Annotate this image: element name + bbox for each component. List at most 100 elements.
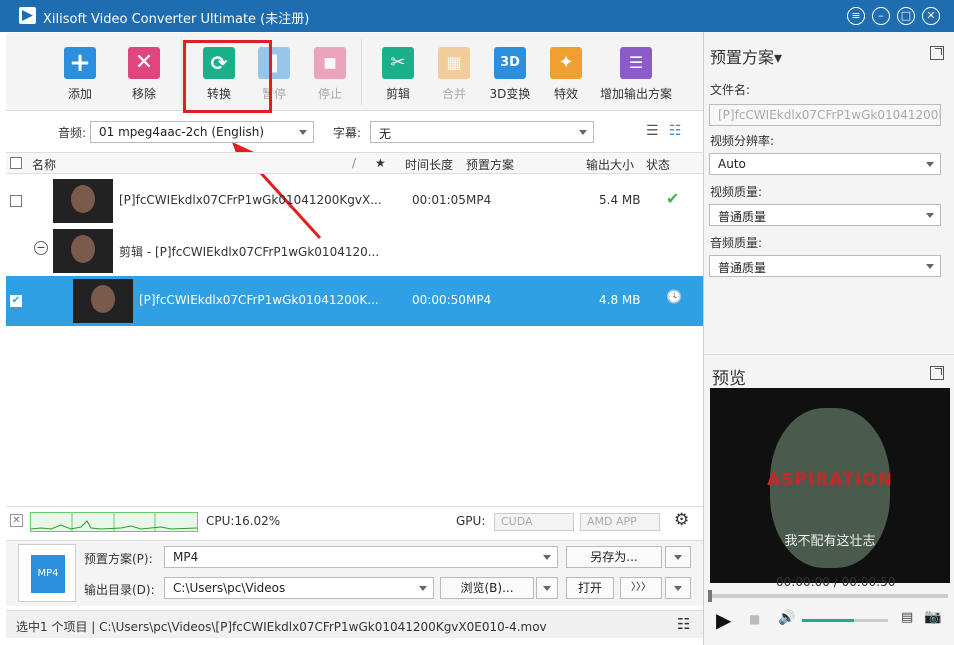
footer-status-text: 选中1 个项目 | C:\Users\pc\Videos\[P]fcCWIEkd… xyxy=(16,620,547,634)
footer-status-bar: 选中1 个项目 | C:\Users\pc\Videos\[P]fcCWIEkd… xyxy=(6,610,703,638)
effects-button[interactable]: ✦ 特效 xyxy=(534,47,598,102)
detail-view-icon[interactable]: ☷ xyxy=(669,123,682,139)
playback-time: 00:00:00 / 00:00:50 xyxy=(776,575,896,589)
gear-icon[interactable]: ⚙ xyxy=(674,510,689,530)
output-dir-label: 输出目录(D): xyxy=(84,583,155,597)
column-status[interactable]: 状态 xyxy=(646,156,670,173)
audio-quality-label: 音频质量: xyxy=(710,236,763,250)
chevron-down-icon xyxy=(543,555,551,560)
file-list-header: 名称 / ★ 时间长度 预置方案 输出大小 状态 xyxy=(6,152,703,174)
add-button[interactable]: + 添加 xyxy=(48,47,112,102)
row-checkbox[interactable] xyxy=(10,195,22,207)
clip-button[interactable]: ✂ 剪辑 xyxy=(366,47,430,102)
stop-icon: ■ xyxy=(314,47,346,79)
chevron-down-icon xyxy=(543,586,551,591)
seek-handle[interactable] xyxy=(708,590,712,602)
audio-quality-select[interactable]: 普通质量 xyxy=(709,255,941,277)
play-icon[interactable]: ▶ xyxy=(716,608,731,632)
collapse-icon[interactable]: − xyxy=(34,241,48,255)
preview-caption-main: ASPIRATION xyxy=(767,470,893,490)
video-quality-select[interactable]: 普通质量 xyxy=(709,204,941,226)
select-all-checkbox[interactable] xyxy=(10,157,22,169)
browse-dropdown[interactable] xyxy=(536,577,558,599)
camera-icon[interactable]: 📷 xyxy=(924,609,941,625)
video-quality-label: 视频质量: xyxy=(710,185,763,199)
minimize-icon[interactable]: – xyxy=(872,7,890,25)
table-row-selected[interactable]: ✔ [P]fcCWIEkdlx07CFrP1wGk01041200K... 00… xyxy=(6,276,703,326)
toolbar-divider xyxy=(361,39,362,105)
profile-label: 预置方案(P): xyxy=(84,552,153,566)
output-dir-select[interactable]: C:\Users\pc\Videos xyxy=(164,577,434,599)
list-view-icon[interactable]: ☰ xyxy=(646,123,659,139)
save-as-button[interactable]: 另存为... xyxy=(566,546,662,568)
expand-preview-icon[interactable] xyxy=(930,366,944,380)
3d-label: 3D变换 xyxy=(489,87,531,101)
log-list-icon[interactable]: ☷ xyxy=(677,615,690,633)
magic-wand-icon: ✦ xyxy=(550,47,582,79)
resolution-value: Auto xyxy=(718,157,746,171)
chevron-down-icon xyxy=(926,264,934,269)
filename-value: [P]fcCWIEkdlx07CFrP1wGk01041200Kg xyxy=(718,108,941,122)
effects-label: 特效 xyxy=(553,87,578,101)
open-folder-button[interactable]: 打开 xyxy=(566,577,614,599)
snapshot-list-icon[interactable]: ▤ xyxy=(901,610,913,625)
close-icon[interactable]: ✕ xyxy=(922,7,940,25)
row-profile[interactable]: MP4 xyxy=(466,193,491,207)
seek-bar[interactable] xyxy=(708,590,948,602)
row-filename: 剪辑 - [P]fcCWIEkdlx07CFrP1wGk0104120... xyxy=(119,245,380,259)
chevron-down-icon xyxy=(926,213,934,218)
gpu-label: GPU: xyxy=(456,514,486,528)
amd-app-button[interactable]: AMD APP xyxy=(580,513,660,531)
filename-input[interactable]: [P]fcCWIEkdlx07CFrP1wGk01041200Kg xyxy=(709,104,941,126)
stop-button[interactable]: ■ 停止 xyxy=(298,47,362,102)
browse-button[interactable]: 浏览(B)... xyxy=(440,577,534,599)
output-settings-panel: MP4 预置方案(P): MP4 另存为... 输出目录(D): C:\User… xyxy=(6,540,703,606)
resolution-select[interactable]: Auto xyxy=(709,153,941,175)
remove-x-icon: ✕ xyxy=(128,47,160,79)
cpu-gpu-status-bar: ✕ CPU:16.02% GPU: CUDA AMD APP ⚙ xyxy=(6,506,703,536)
table-row[interactable]: [P]fcCWIEkdlx07CFrP1wGk01041200KgvX... 0… xyxy=(6,176,703,226)
maximize-icon[interactable]: □ xyxy=(897,7,915,25)
row-checkbox-checked[interactable]: ✔ xyxy=(10,295,22,307)
profile-panel-title[interactable]: 预置方案▾ xyxy=(710,44,782,68)
audio-quality-value: 普通质量 xyxy=(718,261,767,275)
audio-track-select[interactable]: 01 mpeg4aac-2ch (English) xyxy=(90,121,314,143)
3d-button[interactable]: 3D 3D变换 xyxy=(478,47,542,102)
volume-slider[interactable] xyxy=(802,619,888,622)
subtitle-label: 字幕: xyxy=(333,126,362,140)
video-preview[interactable]: ASPIRATION 我不配有这壮志 xyxy=(710,388,950,583)
transfer-to-device-button[interactable]: 〉〉〉 xyxy=(620,577,662,599)
remove-button[interactable]: ✕ 移除 xyxy=(112,47,176,102)
merge-button[interactable]: ▦ 合并 xyxy=(422,47,486,102)
column-duration[interactable]: 时间长度 xyxy=(405,156,453,173)
cuda-button[interactable]: CUDA xyxy=(494,513,574,531)
main-toolbar: + 添加 ✕ 移除 ⟳ 转换 ❚ 暂停 ■ 停止 ✂ 剪辑 ▦ 合并 3D 3D… xyxy=(6,33,703,111)
close-graph-icon[interactable]: ✕ xyxy=(10,514,23,527)
clip-label: 剪辑 xyxy=(385,87,410,101)
row-profile[interactable]: MP4 xyxy=(466,293,491,307)
table-row[interactable]: − 剪辑 - [P]fcCWIEkdlx07CFrP1wGk0104120... xyxy=(6,226,703,276)
column-star[interactable]: ★ xyxy=(375,156,386,170)
expand-panel-icon[interactable] xyxy=(930,46,944,60)
transfer-dropdown[interactable] xyxy=(665,577,691,599)
cpu-graph-lines xyxy=(30,513,198,531)
column-profile[interactable]: 预置方案 xyxy=(466,156,514,173)
row-size: 5.4 MB xyxy=(599,193,641,207)
toolbar-divider xyxy=(181,39,182,105)
preview-caption-sub: 我不配有这壮志 xyxy=(784,534,876,549)
chevron-down-icon xyxy=(299,130,307,135)
add-profile-button[interactable]: ☰ 增加输出方案 xyxy=(598,47,674,102)
menu-icon[interactable]: ≡ xyxy=(847,7,865,25)
subtitle-select[interactable]: 无 xyxy=(370,121,594,143)
column-size[interactable]: 输出大小 xyxy=(586,156,634,173)
profile-select[interactable]: MP4 xyxy=(164,546,558,568)
volume-icon[interactable]: 🔊 xyxy=(778,610,795,626)
column-name[interactable]: 名称 xyxy=(32,156,56,173)
cuda-label: CUDA xyxy=(501,515,533,528)
remove-label: 移除 xyxy=(131,87,156,101)
transfer-arrows-icon: 〉〉〉 xyxy=(631,582,651,593)
stop-playback-icon[interactable]: ■ xyxy=(749,612,760,626)
panel-divider xyxy=(704,354,954,355)
save-as-dropdown[interactable] xyxy=(665,546,691,568)
video-thumbnail xyxy=(53,179,113,223)
